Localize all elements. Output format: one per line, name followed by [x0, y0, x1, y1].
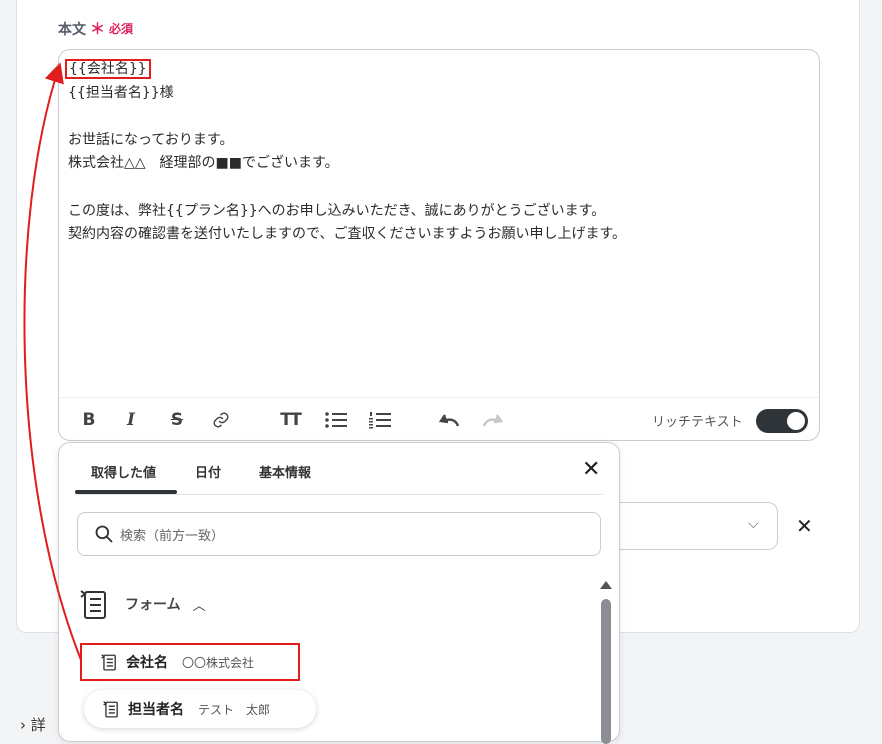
body-field-label: 本文 ＊ 必須: [58, 18, 133, 39]
italic-button[interactable]: I: [119, 408, 143, 432]
form-field-icon: [101, 654, 116, 671]
value-picker-popup: 取得した値 日付 基本情報 ✕ 検索（前方一致） フォーム ︿ 会社名 〇〇株式…: [58, 442, 620, 744]
field-item-value: 〇〇株式会社: [182, 655, 255, 670]
body-editor[interactable]: {{会社名}} {{担当者名}}様 お世話になっております。 株式会社△△ 経理…: [58, 49, 820, 441]
popup-tabs: 取得した値 日付 基本情報: [75, 443, 603, 495]
redo-button[interactable]: [481, 408, 505, 432]
tab-date[interactable]: 日付: [195, 462, 221, 481]
required-badge: 必須: [109, 22, 134, 36]
link-icon: [213, 412, 229, 428]
editor-line: 契約内容の確認書を送付いたしますので、ご査収くださいますようお願い申し上げます。: [68, 226, 627, 243]
italic-icon: I: [127, 410, 135, 430]
required-mark: ＊: [90, 20, 106, 38]
form-icon: [80, 590, 106, 619]
rich-text-label: リッチテキスト: [652, 415, 743, 430]
chevron-down-icon[interactable]: ⌵: [748, 516, 759, 532]
field-item-company-name[interactable]: 会社名 〇〇株式会社: [80, 643, 300, 681]
scrollbar-thumb[interactable]: [601, 599, 611, 744]
bullet-list-icon: [325, 412, 347, 428]
redo-icon: [482, 414, 504, 427]
search-icon: [95, 525, 113, 543]
bold-icon: B: [82, 410, 96, 430]
search-input[interactable]: 検索（前方一致）: [77, 512, 601, 556]
strikethrough-icon: S: [170, 410, 184, 430]
link-button[interactable]: [209, 408, 233, 432]
company-name-variable[interactable]: {{会社名}}: [65, 59, 151, 79]
form-section-header[interactable]: フォーム ︿: [79, 588, 206, 620]
field-item-name: 担当者名: [128, 702, 184, 718]
editor-line: 株式会社△△ 経理部の■■でございます。: [68, 155, 339, 172]
heading-icon: TT: [280, 410, 302, 430]
form-field-icon: [103, 701, 118, 718]
editor-line: {{担当者名}}様: [68, 84, 174, 101]
editor-toolbar: B I S TT リッチテキスト: [59, 397, 819, 442]
heading-button[interactable]: TT: [278, 408, 302, 432]
numbered-list-icon: [369, 412, 391, 429]
editor-line: {{会社名}}: [65, 58, 808, 82]
search-placeholder: 検索（前方一致）: [120, 528, 225, 544]
section-label: フォーム: [125, 597, 181, 613]
undo-icon: [438, 414, 460, 427]
field-item-name: 会社名: [126, 655, 168, 671]
remove-icon[interactable]: ✕: [796, 514, 813, 538]
field-label-text: 本文: [58, 21, 86, 38]
editor-line: この度は、弊社{{プラン名}}へのお申し込みいただき、誠にありがとうございます。: [68, 202, 606, 219]
tab-basic-info[interactable]: 基本情報: [259, 462, 311, 481]
bullet-list-button[interactable]: [324, 408, 348, 432]
editor-content[interactable]: {{会社名}} {{担当者名}}様 お世話になっております。 株式会社△△ 経理…: [65, 58, 808, 247]
close-icon[interactable]: ✕: [582, 457, 600, 482]
numbered-list-button[interactable]: [368, 408, 392, 432]
chevron-up-icon: ︿: [192, 598, 206, 614]
undo-button[interactable]: [437, 408, 461, 432]
detail-toggle-label: 詳: [30, 716, 46, 734]
field-item-contact-name[interactable]: 担当者名 テスト 太郎: [84, 690, 316, 728]
field-item-value: テスト 太郎: [198, 702, 271, 717]
tab-acquired-values[interactable]: 取得した値: [91, 462, 156, 481]
strikethrough-button[interactable]: S: [165, 408, 189, 432]
editor-line: お世話になっております。: [68, 131, 234, 148]
active-tab-indicator: [75, 490, 177, 494]
rich-text-toggle[interactable]: [756, 409, 808, 433]
bold-button[interactable]: B: [77, 408, 101, 432]
scroll-up-arrow[interactable]: [600, 581, 612, 589]
